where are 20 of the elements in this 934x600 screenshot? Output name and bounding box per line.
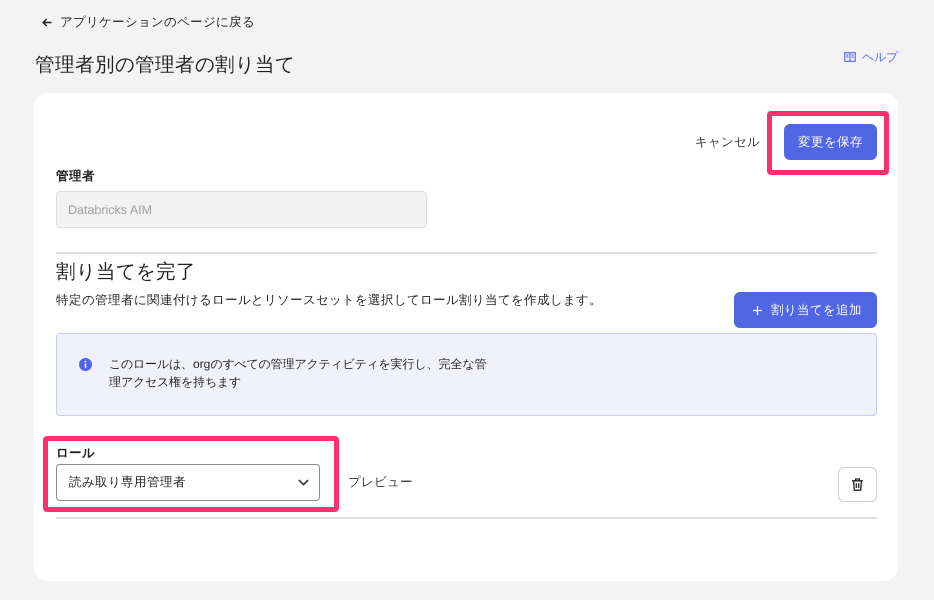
preview-button[interactable]: プレビュー xyxy=(348,464,413,502)
back-arrow-icon xyxy=(42,18,52,26)
section-description: 特定の管理者に関連付けるロールとリソースセットを選択してロール割り当てを作成します。 xyxy=(56,292,602,308)
info-icon xyxy=(79,358,92,372)
chevron-down-icon xyxy=(298,479,309,486)
back-link[interactable]: アプリケーションのページに戻る xyxy=(42,14,255,30)
field-label: ロール xyxy=(56,445,95,462)
section-heading: 割り当てを完了 xyxy=(56,260,196,286)
role-select[interactable]: 読み取り専用管理者 xyxy=(56,464,320,502)
cancel-button[interactable]: キャンセル xyxy=(695,132,760,152)
page-title: 管理者別の管理者の割り当て xyxy=(35,53,295,78)
trash-icon xyxy=(852,478,863,492)
save-button[interactable]: 変更を保存 xyxy=(784,124,877,160)
plus-icon xyxy=(753,306,762,315)
field-label: 管理者 xyxy=(56,168,95,184)
add-assignment-button[interactable]: 割り当てを追加 xyxy=(734,292,877,328)
delete-button[interactable] xyxy=(838,467,877,502)
book-icon xyxy=(844,52,856,62)
info-text: このロールは、orgのすべての管理アクティビティを実行し、完全な管理アクセス権を持ちます xyxy=(109,356,488,392)
help-link[interactable]: ヘルプ xyxy=(844,49,898,66)
